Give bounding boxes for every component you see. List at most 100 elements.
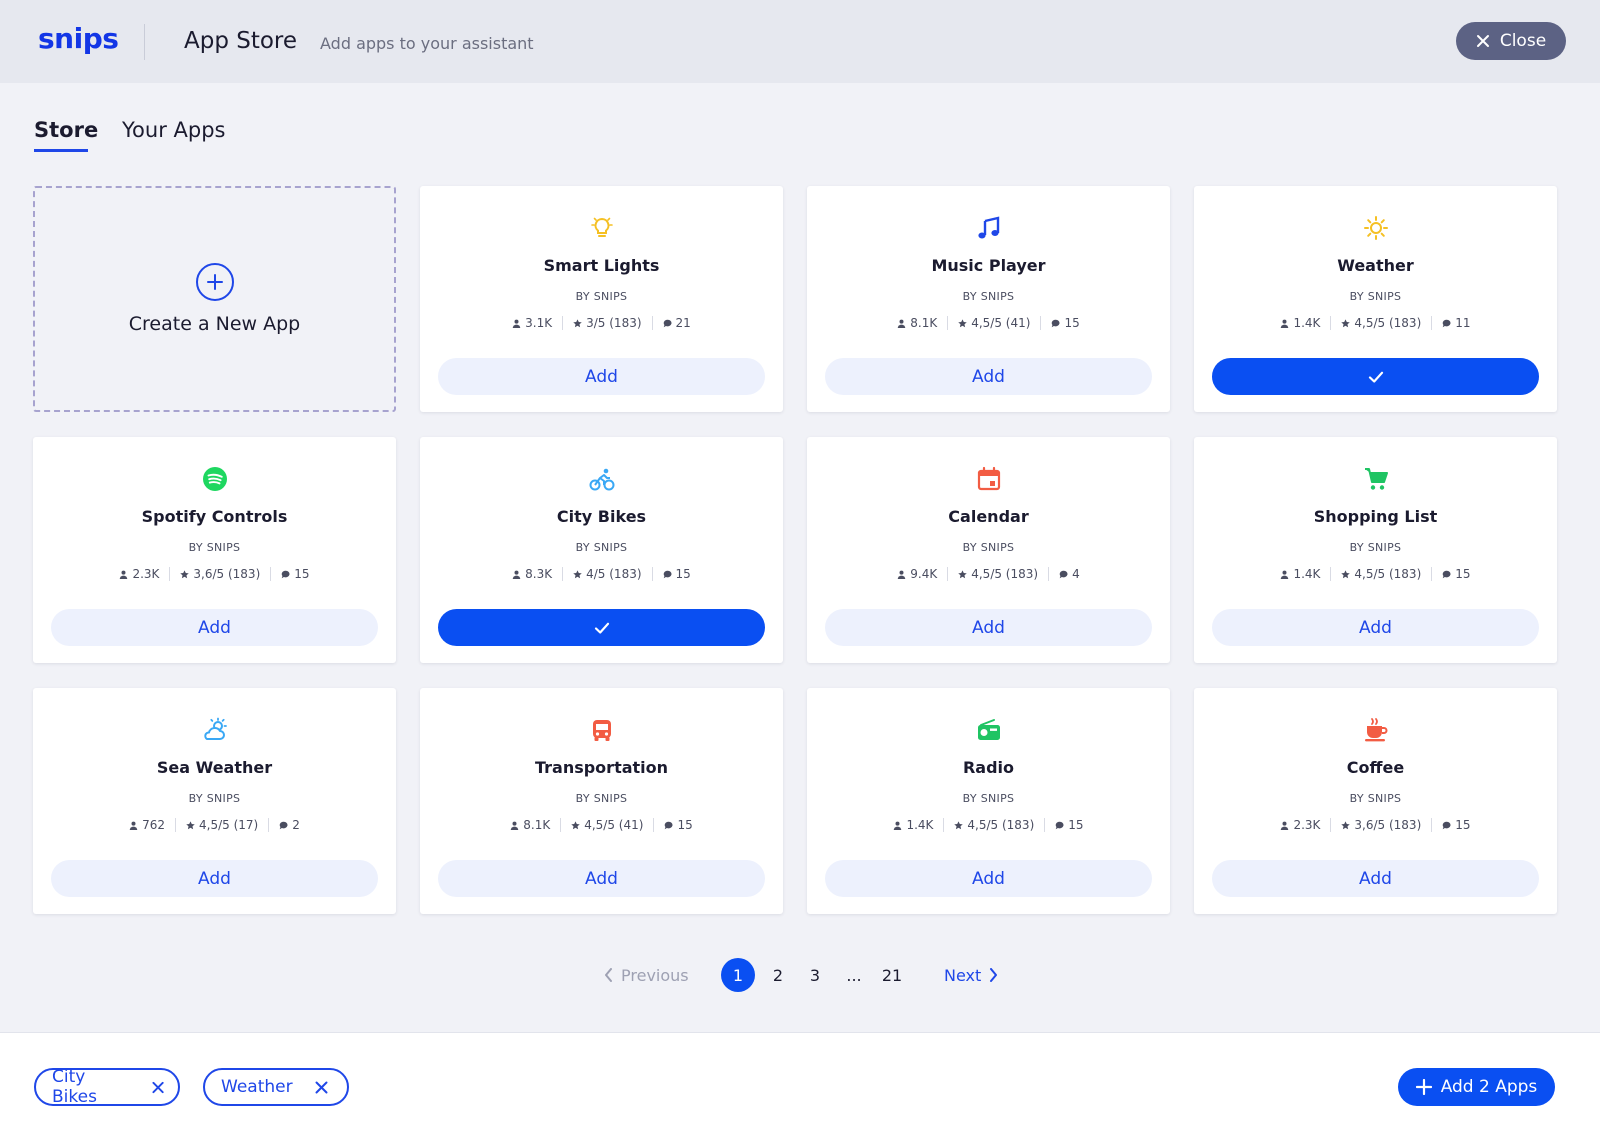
app-stats: 762 4,5/5 (17) 2 bbox=[33, 818, 396, 832]
added-toggle-button[interactable] bbox=[1212, 358, 1539, 395]
app-name: Smart Lights bbox=[543, 256, 660, 275]
added-toggle-button[interactable] bbox=[438, 609, 765, 646]
users-stat: 1.4K bbox=[1270, 567, 1330, 581]
snips-logo[interactable]: snips bbox=[38, 22, 119, 55]
users-count: 8.1K bbox=[523, 818, 551, 832]
comments-count: 21 bbox=[675, 316, 691, 330]
close-label: Close bbox=[1499, 31, 1547, 51]
rating-value: 4,5/5 (183) bbox=[1354, 316, 1422, 330]
comments-count: 15 bbox=[1455, 567, 1471, 581]
comment-icon bbox=[663, 319, 672, 328]
app-name: Weather bbox=[1337, 256, 1414, 275]
previous-page-button[interactable]: Previous bbox=[604, 958, 689, 992]
app-card[interactable]: Music Player BY SNIPS 8.1K 4,5/5 (41) 15 Add bbox=[807, 186, 1170, 412]
app-card[interactable]: Coffee BY SNIPS 2.3K 3,6/5 (183) 15 Add bbox=[1194, 688, 1557, 914]
add-apps-label: Add 2 Apps bbox=[1440, 1077, 1538, 1097]
close-button[interactable]: Close bbox=[1456, 22, 1566, 60]
star-icon bbox=[180, 569, 190, 579]
create-new-app-card[interactable]: Create a New App bbox=[33, 186, 396, 412]
rating-value: 3,6/5 (183) bbox=[1354, 818, 1422, 832]
app-card[interactable]: Shopping List BY SNIPS 1.4K 4,5/5 (183) 15 Ad… bbox=[1194, 437, 1557, 663]
add-app-button[interactable]: Add bbox=[438, 860, 765, 897]
app-author: BY SNIPS bbox=[575, 541, 628, 554]
users-stat: 1.4K bbox=[1270, 316, 1330, 330]
app-card[interactable]: City Bikes BY SNIPS 8.3K 4/5 (183) 15 bbox=[420, 437, 783, 663]
app-card[interactable]: Sea Weather BY SNIPS 762 4,5/5 (17) 2 Add bbox=[33, 688, 396, 914]
add-app-button[interactable]: Add bbox=[438, 358, 765, 395]
plus-icon bbox=[1415, 1079, 1432, 1095]
app-stats: 2.3K 3,6/5 (183) 15 bbox=[33, 567, 396, 581]
comment-icon bbox=[1442, 570, 1451, 579]
header-divider bbox=[144, 24, 145, 60]
app-stats: 1.4K 4,5/5 (183) 11 bbox=[1194, 316, 1557, 330]
close-icon bbox=[1476, 35, 1489, 47]
users-stat: 8.1K bbox=[887, 316, 947, 330]
rating-stat: 3/5 (183) bbox=[562, 316, 651, 330]
coffee-icon bbox=[1362, 716, 1390, 744]
remove-icon[interactable] bbox=[152, 1081, 164, 1094]
star-icon bbox=[573, 318, 582, 328]
check-icon bbox=[594, 622, 609, 634]
comments-count: 15 bbox=[294, 567, 310, 581]
comments-count: 2 bbox=[292, 818, 300, 832]
app-author: BY SNIPS bbox=[962, 290, 1015, 303]
app-author: BY SNIPS bbox=[1349, 541, 1402, 554]
tab-store[interactable]: Store bbox=[34, 118, 98, 142]
app-name: Radio bbox=[962, 758, 1015, 777]
add-app-button[interactable]: Add bbox=[51, 609, 378, 646]
app-author: BY SNIPS bbox=[962, 541, 1015, 554]
app-card[interactable]: Weather BY SNIPS 1.4K 4,5/5 (183) 11 bbox=[1194, 186, 1557, 412]
user-icon bbox=[129, 821, 138, 830]
next-page-button[interactable]: Next bbox=[944, 958, 998, 992]
app-author: BY SNIPS bbox=[962, 792, 1015, 805]
rating-stat: 4,5/5 (183) bbox=[1330, 316, 1431, 330]
create-new-app-label: Create a New App bbox=[128, 313, 301, 335]
app-header: snips App Store Add apps to your assista… bbox=[0, 0, 1600, 83]
app-author: BY SNIPS bbox=[575, 290, 628, 303]
page-2-button[interactable]: 2 bbox=[768, 958, 788, 992]
bike-icon bbox=[588, 465, 616, 493]
user-icon bbox=[512, 319, 521, 328]
app-stats: 8.1K 4,5/5 (41) 15 bbox=[807, 316, 1170, 330]
users-count: 1.4K bbox=[1293, 316, 1321, 330]
page-1-button[interactable]: 1 bbox=[721, 958, 755, 992]
rating-value: 4,5/5 (183) bbox=[971, 567, 1039, 581]
comments-stat: 15 bbox=[1040, 316, 1089, 330]
chevron-left-icon bbox=[605, 968, 612, 982]
users-count: 2.3K bbox=[132, 567, 160, 581]
remove-icon[interactable] bbox=[315, 1081, 328, 1094]
app-card[interactable]: Spotify Controls BY SNIPS 2.3K 3,6/5 (183) 1… bbox=[33, 437, 396, 663]
previous-label: Previous bbox=[621, 965, 689, 985]
add-app-button[interactable]: Add bbox=[51, 860, 378, 897]
add-apps-button[interactable]: Add 2 Apps bbox=[1398, 1068, 1555, 1106]
comment-icon bbox=[664, 821, 673, 830]
app-name: Spotify Controls bbox=[141, 507, 288, 526]
app-card[interactable]: Smart Lights BY SNIPS 3.1K 3/5 (183) 21 Add bbox=[420, 186, 783, 412]
app-stats: 2.3K 3,6/5 (183) 15 bbox=[1194, 818, 1557, 832]
comments-stat: 15 bbox=[1044, 818, 1093, 832]
app-name: Music Player bbox=[931, 256, 1046, 275]
selected-app-chip: City Bikes bbox=[34, 1067, 180, 1107]
add-app-button[interactable]: Add bbox=[825, 358, 1152, 395]
comments-stat: 2 bbox=[268, 818, 310, 832]
add-app-button[interactable]: Add bbox=[1212, 860, 1539, 897]
add-app-button[interactable]: Add bbox=[825, 860, 1152, 897]
tab-your-apps[interactable]: Your Apps bbox=[122, 118, 225, 142]
page-3-button[interactable]: 3 bbox=[805, 958, 825, 992]
add-app-button[interactable]: Add bbox=[1212, 609, 1539, 646]
app-card[interactable]: Transportation BY SNIPS 8.1K 4,5/5 (41) 15 Ad… bbox=[420, 688, 783, 914]
rating-stat: 4,5/5 (41) bbox=[560, 818, 653, 832]
app-stats: 9.4K 4,5/5 (183) 4 bbox=[807, 567, 1170, 581]
app-author: BY SNIPS bbox=[188, 792, 241, 805]
rating-stat: 3,6/5 (183) bbox=[169, 567, 270, 581]
spotify-icon bbox=[201, 465, 229, 493]
user-icon bbox=[119, 570, 128, 579]
comments-count: 4 bbox=[1072, 567, 1080, 581]
star-icon bbox=[954, 820, 964, 830]
add-app-button[interactable]: Add bbox=[825, 609, 1152, 646]
star-icon bbox=[1341, 318, 1351, 328]
page-21-button[interactable]: 21 bbox=[879, 958, 905, 992]
app-card[interactable]: Radio BY SNIPS 1.4K 4,5/5 (183) 15 Add bbox=[807, 688, 1170, 914]
app-card[interactable]: Calendar BY SNIPS 9.4K 4,5/5 (183) 4 Add bbox=[807, 437, 1170, 663]
comment-icon bbox=[1442, 821, 1451, 830]
